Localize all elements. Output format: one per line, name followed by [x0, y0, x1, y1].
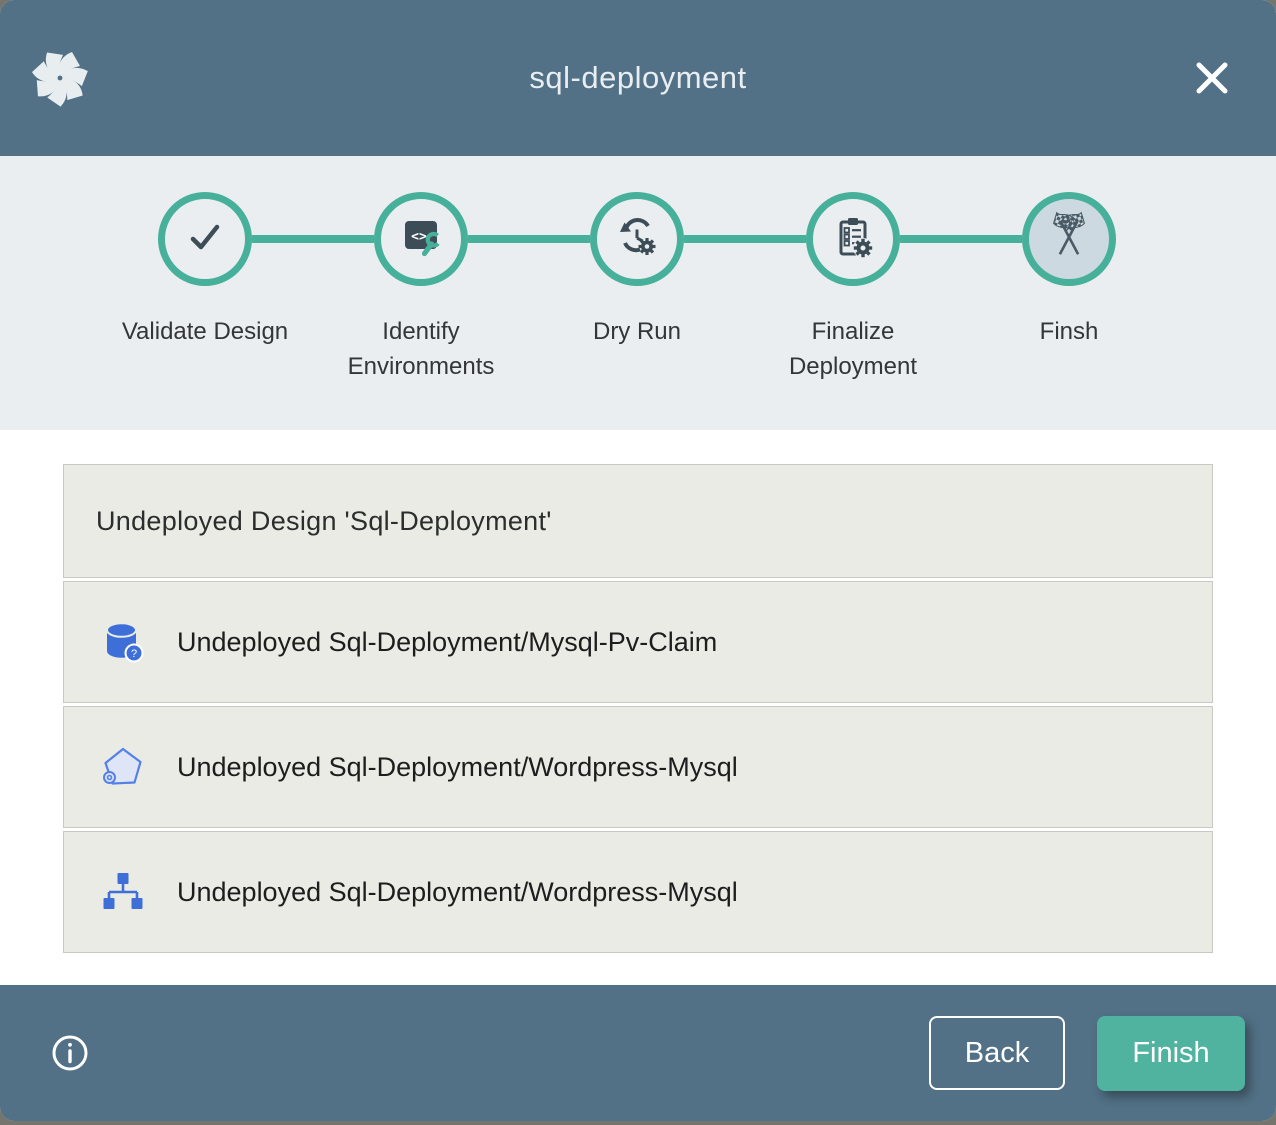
history-gear-icon: [613, 213, 661, 266]
finish-button[interactable]: Finish: [1097, 1016, 1245, 1091]
step-label-validate-design: Validate Design: [97, 314, 313, 384]
wizard-stepper: <>: [0, 156, 1276, 430]
step-label-dry-run: Dry Run: [529, 314, 745, 384]
pinwheel-logo-icon: [28, 46, 92, 110]
results-panel: Undeployed Design 'Sql-Deployment' ? Und…: [63, 464, 1213, 953]
clipboard-gear-icon: [829, 213, 877, 266]
step-label-finalize-deployment: Finalize Deployment: [745, 314, 961, 384]
dialog-footer: Back Finish: [0, 985, 1276, 1121]
database-question-icon: ?: [100, 619, 146, 665]
result-row-wordpress-mysql-service: Undeployed Sql-Deployment/Wordpress-Mysq…: [63, 706, 1213, 828]
code-window-wrench-icon: <>: [397, 213, 445, 266]
step-connector: [468, 235, 590, 243]
step-validate-design: [158, 192, 252, 286]
close-icon[interactable]: [1190, 56, 1234, 100]
result-row-mysql-pv-claim: ? Undeployed Sql-Deployment/Mysql-Pv-Cla…: [63, 581, 1213, 703]
step-connector: [252, 235, 374, 243]
step-connector: [900, 235, 1022, 243]
svg-text:?: ?: [131, 648, 137, 660]
gear: [854, 238, 872, 256]
pentagon-service-icon: [100, 744, 146, 790]
step-label-identify-environments: Identify Environments: [313, 314, 529, 384]
dialog-title: sql-deployment: [0, 60, 1276, 96]
tree-deployment-icon: [100, 869, 146, 915]
step-dry-run: [590, 192, 684, 286]
result-row-text: Undeployed Sql-Deployment/Mysql-Pv-Claim: [177, 627, 717, 658]
step-finalize-deployment: [806, 192, 900, 286]
step-label-finish: Finsh: [961, 314, 1177, 384]
check-icon: [181, 213, 229, 266]
checkered-flags-icon: [1043, 211, 1095, 268]
svg-text:<>: <>: [411, 229, 427, 244]
info-icon[interactable]: [50, 1033, 90, 1073]
back-button[interactable]: Back: [929, 1016, 1065, 1090]
sql-deployment-dialog: sql-deployment <>: [0, 0, 1276, 1121]
step-finish: [1022, 192, 1116, 286]
results-header: Undeployed Design 'Sql-Deployment': [63, 464, 1213, 578]
dialog-content: Undeployed Design 'Sql-Deployment' ? Und…: [0, 430, 1276, 985]
gear: [639, 238, 656, 255]
result-row-text: Undeployed Sql-Deployment/Wordpress-Mysq…: [177, 877, 738, 908]
result-row-wordpress-mysql-deployment: Undeployed Sql-Deployment/Wordpress-Mysq…: [63, 831, 1213, 953]
result-row-text: Undeployed Sql-Deployment/Wordpress-Mysq…: [177, 752, 738, 783]
step-identify-environments: <>: [374, 192, 468, 286]
dialog-header: sql-deployment: [0, 0, 1276, 156]
step-connector: [684, 235, 806, 243]
